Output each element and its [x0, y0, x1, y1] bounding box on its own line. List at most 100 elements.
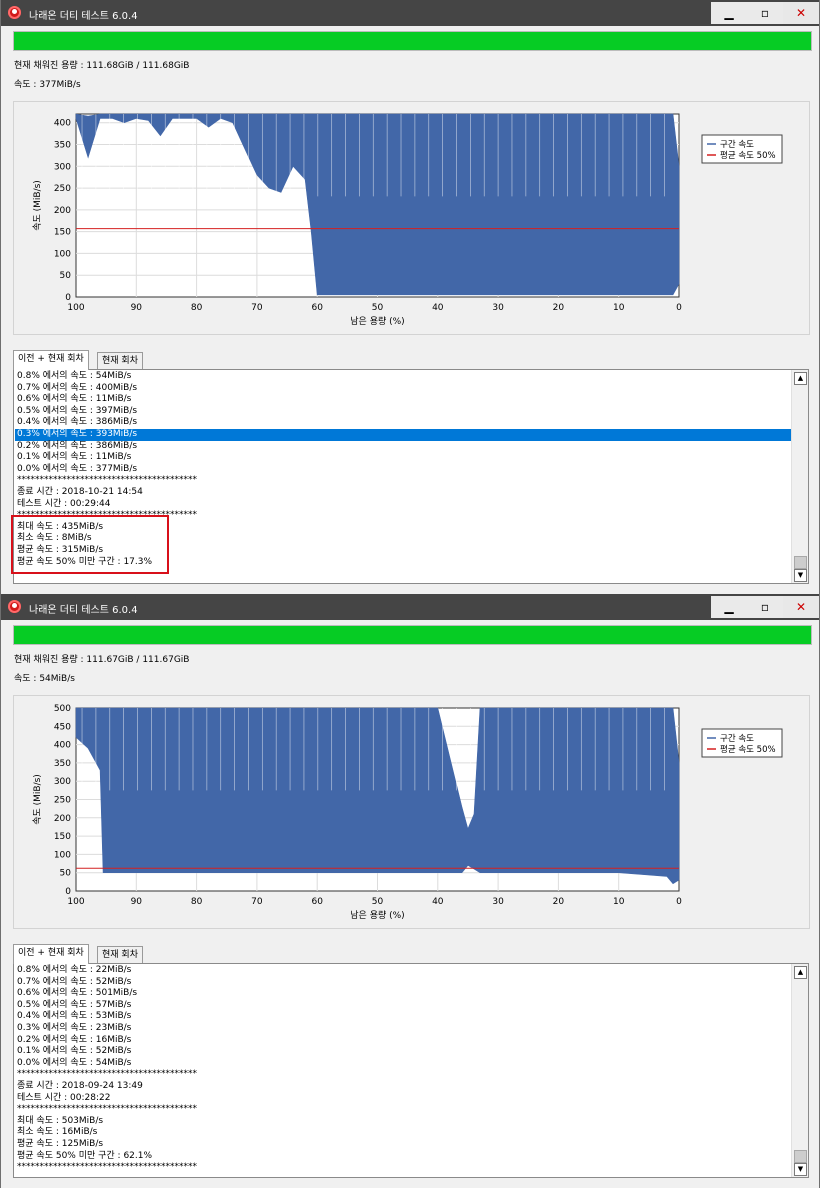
y-tick-label: 350 [54, 759, 71, 769]
capacity-label: 현재 채워진 용량 : 111.67GiB / 111.67GiB [14, 655, 190, 665]
tab-previous-and-current[interactable]: 이전 + 현재 회차 [13, 350, 89, 370]
y-tick-label: 250 [54, 796, 71, 806]
y-tick-label: 100 [54, 249, 71, 259]
scroll-down-arrow-icon[interactable]: ▼ [794, 1163, 807, 1176]
log-line[interactable]: **************************************** [17, 1162, 197, 1174]
speed-chart-panel: 0 50 100 150 200 250 300 350 400 450 500 100 90 80 70 6… [13, 695, 810, 929]
log-line[interactable]: 0.3% 에서의 속도 : 393MiB/s [17, 429, 137, 441]
legend-label: 구간 속도 [720, 733, 754, 744]
log-line[interactable]: 최소 속도 : 16MiB/s [17, 1127, 97, 1139]
scroll-thumb[interactable] [794, 556, 807, 569]
x-tick-label: 70 [251, 303, 263, 313]
y-tick-label: 50 [60, 271, 72, 281]
y-tick-label: 350 [54, 141, 71, 151]
x-tick-label: 20 [553, 303, 565, 313]
x-tick-label: 80 [191, 303, 203, 313]
title-bar[interactable]: 나래온 더티 테스트 6.0.4 ▁ ▫ ✕ [1, 594, 819, 620]
log-line[interactable]: 0.2% 에서의 속도 : 16MiB/s [17, 1035, 131, 1047]
x-tick-label: 70 [251, 897, 263, 907]
dirty-test-window-1: 나래온 더티 테스트 6.0.4 ▁ ▫ ✕ 현재 채워진 용량 : 111.6… [0, 0, 820, 594]
y-tick-label: 400 [54, 119, 71, 129]
x-tick-label: 20 [553, 897, 565, 907]
y-tick-label: 0 [65, 887, 71, 897]
log-line[interactable]: 0.6% 에서의 속도 : 11MiB/s [17, 394, 131, 406]
log-line[interactable]: 0.3% 에서의 속도 : 23MiB/s [17, 1023, 131, 1035]
log-list[interactable]: ▲ ▼ 0.8% 에서의 속도 : 22MiB/s 0.7% 에서의 속도 : 5… [13, 963, 809, 1178]
log-line[interactable]: 0.4% 에서의 속도 : 53MiB/s [17, 1011, 131, 1023]
y-tick-label: 200 [54, 206, 71, 216]
x-tick-label: 60 [311, 897, 323, 907]
y-tick-label: 200 [54, 814, 71, 824]
x-tick-label: 10 [613, 897, 625, 907]
y-tick-label: 0 [65, 293, 71, 303]
log-line[interactable]: 0.7% 에서의 속도 : 400MiB/s [17, 383, 137, 395]
log-line[interactable]: 최대 속도 : 503MiB/s [17, 1116, 103, 1128]
y-tick-label: 300 [54, 777, 71, 787]
speed-chart: 050100150200250300350400100 90 80 70 60 50 40 3… [32, 113, 783, 327]
speed-chart: 050100150200250300350400450500100 90 80 70 6… [32, 704, 783, 921]
x-tick-label: 30 [492, 303, 504, 313]
log-line[interactable]: **************************************** [17, 1069, 197, 1081]
y-tick-label: 100 [54, 850, 71, 860]
y-tick-label: 500 [54, 704, 71, 714]
log-line[interactable]: 0.0% 에서의 속도 : 54MiB/s [17, 1058, 131, 1070]
log-line[interactable]: 평균 속도 50% 미만 구간 : 62.1% [17, 1151, 152, 1163]
log-line[interactable]: 0.5% 에서의 속도 : 397MiB/s [17, 406, 137, 418]
scroll-up-arrow-icon[interactable]: ▲ [794, 966, 807, 979]
summary-highlight-box [11, 515, 169, 574]
scroll-down-arrow-icon[interactable]: ▼ [794, 569, 807, 582]
legend-label: 구간 속도 [720, 139, 754, 150]
y-tick-label: 400 [54, 741, 71, 751]
x-tick-label: 10 [613, 303, 625, 313]
log-line[interactable]: 0.7% 에서의 속도 : 52MiB/s [17, 977, 131, 989]
scroll-thumb[interactable] [794, 1150, 807, 1163]
minimize-button[interactable]: ▁ [711, 2, 747, 24]
x-tick-label: 100 [67, 303, 84, 313]
dirty-test-window-2: 나래온 더티 테스트 6.0.4 ▁ ▫ ✕ 현재 채워진 용량 : 111.6… [0, 594, 820, 1188]
maximize-button[interactable]: ▫ [747, 2, 783, 24]
y-axis-label: 속도 (MiB/s) [32, 180, 43, 231]
scrollbar[interactable]: ▲ ▼ [791, 370, 808, 583]
x-tick-label: 40 [432, 897, 444, 907]
x-axis-label: 남은 용량 (%) [350, 315, 404, 327]
capacity-label: 현재 채워진 용량 : 111.68GiB / 111.68GiB [14, 61, 190, 71]
x-tick-label: 100 [67, 897, 84, 907]
x-tick-label: 0 [676, 897, 682, 907]
log-line[interactable]: 0.0% 에서의 속도 : 377MiB/s [17, 464, 137, 476]
log-line[interactable]: 평균 속도 : 125MiB/s [17, 1139, 103, 1151]
tab-current[interactable]: 현재 회차 [97, 946, 143, 963]
log-line[interactable]: 종료 시간 : 2018-10-21 14:54 [17, 487, 143, 499]
tab-current[interactable]: 현재 회차 [97, 352, 143, 369]
x-tick-label: 90 [131, 303, 143, 313]
log-line[interactable]: 0.8% 에서의 속도 : 54MiB/s [17, 371, 131, 383]
log-line[interactable]: 0.8% 에서의 속도 : 22MiB/s [17, 965, 131, 977]
scrollbar[interactable]: ▲ ▼ [791, 964, 808, 1177]
fill-progress-bar [13, 31, 812, 51]
log-line[interactable]: 종료 시간 : 2018-09-24 13:49 [17, 1081, 143, 1093]
tab-previous-and-current[interactable]: 이전 + 현재 회차 [13, 944, 89, 964]
log-line[interactable]: 0.6% 에서의 속도 : 501MiB/s [17, 988, 137, 1000]
log-line[interactable]: 0.4% 에서의 속도 : 386MiB/s [17, 417, 137, 429]
log-line[interactable]: **************************************** [17, 1104, 197, 1116]
y-tick-label: 300 [54, 162, 71, 172]
speed-label: 속도 : 377MiB/s [14, 80, 81, 90]
y-tick-label: 150 [54, 228, 71, 238]
log-line[interactable]: 테스트 시간 : 00:29:44 [17, 499, 110, 511]
minimize-button[interactable]: ▁ [711, 596, 747, 618]
log-line[interactable]: **************************************** [17, 475, 197, 487]
log-line[interactable]: 0.2% 에서의 속도 : 386MiB/s [17, 441, 137, 453]
legend-label: 평균 속도 50% [720, 150, 776, 161]
series-area [75, 707, 680, 885]
log-line[interactable]: 0.5% 에서의 속도 : 57MiB/s [17, 1000, 131, 1012]
close-button[interactable]: ✕ [783, 2, 819, 24]
close-button[interactable]: ✕ [783, 596, 819, 618]
log-line[interactable]: 0.1% 에서의 속도 : 52MiB/s [17, 1046, 131, 1058]
maximize-button[interactable]: ▫ [747, 596, 783, 618]
window-title: 나래온 더티 테스트 6.0.4 [29, 11, 138, 22]
window-title: 나래온 더티 테스트 6.0.4 [29, 605, 138, 616]
app-icon [8, 6, 21, 19]
log-line[interactable]: 테스트 시간 : 00:28:22 [17, 1093, 110, 1105]
title-bar[interactable]: 나래온 더티 테스트 6.0.4 ▁ ▫ ✕ [1, 0, 819, 26]
log-line[interactable]: 0.1% 에서의 속도 : 11MiB/s [17, 452, 131, 464]
scroll-up-arrow-icon[interactable]: ▲ [794, 372, 807, 385]
